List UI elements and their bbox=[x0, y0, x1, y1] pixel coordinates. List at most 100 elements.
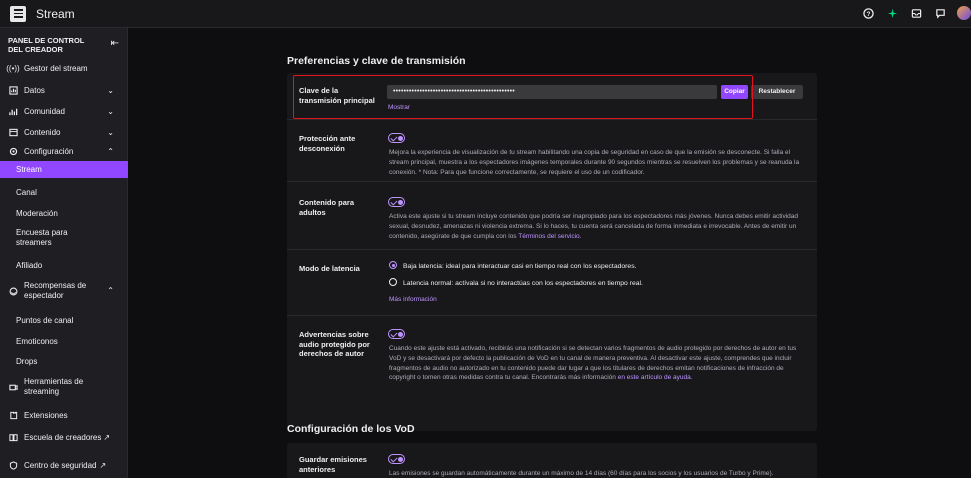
sidebar-item-moderacion[interactable]: Moderación bbox=[0, 206, 128, 220]
menu-icon[interactable] bbox=[10, 5, 26, 22]
save-past-label: Guardar emisiones anteriores bbox=[299, 455, 367, 474]
disconnect-label: Protección ante desconexión bbox=[299, 134, 356, 153]
sidebar-item-puntos[interactable]: Puntos de canal bbox=[0, 313, 128, 327]
latency-row: Modo de latencia Baja latencia: ideal pa… bbox=[287, 249, 817, 315]
page-title: Stream bbox=[36, 6, 75, 21]
adult-toggle[interactable] bbox=[388, 197, 405, 207]
school-icon bbox=[8, 432, 18, 442]
sidebar-title: PANEL DE CONTROL DEL CREADOR bbox=[8, 36, 85, 54]
help-article-link[interactable]: en este artículo de ayuda. bbox=[618, 374, 693, 381]
preferences-panel: Clave de la transmisión principal ••••••… bbox=[287, 73, 817, 431]
chevron-down-icon: ⌄ bbox=[107, 106, 114, 116]
chevron-down-icon: ⌄ bbox=[107, 85, 114, 95]
sidebar-item-label: Emoticonos bbox=[16, 336, 58, 346]
sidebar-item-label: Comunidad bbox=[24, 106, 65, 116]
sidebar-item-recompensas[interactable]: Recompensas de espectador ⌃ bbox=[0, 279, 128, 303]
sidebar-item-label: Escuela de creadores bbox=[24, 432, 102, 442]
external-link-icon: ↗ bbox=[99, 460, 107, 470]
sidebar-item-herramientas[interactable]: Herramientas de streaming bbox=[0, 375, 128, 399]
sidebar-item-label: Moderación bbox=[16, 208, 58, 218]
rewards-icon bbox=[8, 286, 18, 296]
sidebar-item-stream-manager[interactable]: ((•)) Gestor del stream bbox=[0, 61, 128, 75]
section-title-vod: Configuración de los VoD bbox=[287, 423, 415, 435]
copyright-row: Advertencias sobre audio protegido por d… bbox=[287, 315, 817, 431]
reset-button[interactable]: Restablecer bbox=[751, 85, 803, 99]
chevron-up-icon: ⌃ bbox=[107, 286, 114, 295]
radio-unselected[interactable] bbox=[389, 278, 397, 287]
sidebar-item-label: Puntos de canal bbox=[16, 315, 74, 325]
collapse-icon[interactable]: ⇤ bbox=[111, 38, 119, 49]
external-link-icon: ↗ bbox=[103, 432, 111, 442]
save-past-toggle[interactable] bbox=[388, 454, 405, 464]
sidebar-item-comunidad[interactable]: Comunidad ⌄ bbox=[0, 104, 128, 118]
stream-manager-icon: ((•)) bbox=[6, 63, 20, 73]
chevron-up-icon: ⌃ bbox=[107, 146, 114, 156]
inbox-icon[interactable] bbox=[909, 6, 923, 20]
sidebar-item-label: Datos bbox=[24, 85, 45, 95]
latency-more-info-link[interactable]: Más información bbox=[389, 295, 807, 305]
latency-normal-option[interactable]: Latencia normal: actívala si no interact… bbox=[389, 278, 807, 289]
latency-low-option[interactable]: Baja latencia: ideal para interactuar ca… bbox=[389, 261, 807, 272]
sidebar-item-label: Extensiones bbox=[24, 410, 68, 420]
latency-label: Modo de latencia bbox=[299, 264, 360, 273]
copyright-toggle[interactable] bbox=[388, 329, 405, 339]
sidebar-item-canal[interactable]: Canal bbox=[0, 185, 128, 199]
disconnect-description: Mejora la experiencia de visualización d… bbox=[389, 149, 800, 176]
sidebar-item-datos[interactable]: Datos ⌄ bbox=[0, 83, 128, 97]
shield-icon bbox=[8, 460, 18, 470]
sidebar-item-label: Contenido bbox=[24, 127, 61, 137]
sparkle-icon[interactable] bbox=[885, 6, 899, 20]
chevron-down-icon: ⌄ bbox=[107, 127, 114, 137]
sidebar-item-label: Canal bbox=[16, 187, 37, 197]
sidebar-item-label: Centro de seguridad bbox=[24, 460, 97, 470]
vod-panel: Guardar emisiones anteriores Las emision… bbox=[287, 443, 817, 478]
disconnect-row: Protección ante desconexión Mejora la ex… bbox=[287, 119, 817, 181]
top-bar: Stream ? bbox=[0, 0, 971, 28]
data-icon bbox=[8, 85, 18, 95]
sidebar-item-stream[interactable]: Stream bbox=[0, 161, 128, 178]
whispers-icon[interactable] bbox=[933, 6, 947, 20]
sidebar-item-seguridad[interactable]: Centro de seguridad ↗ bbox=[0, 458, 128, 472]
sidebar: PANEL DE CONTROL DEL CREADOR ⇤ ((•)) Ges… bbox=[0, 28, 128, 478]
gear-icon bbox=[8, 146, 18, 156]
adult-text: Activa este ajuste si tu stream incluye … bbox=[389, 213, 799, 240]
avatar[interactable] bbox=[957, 6, 971, 20]
help-icon[interactable]: ? bbox=[861, 6, 875, 20]
sidebar-item-label: Afiliado bbox=[16, 260, 43, 270]
sidebar-item-afiliado[interactable]: Afiliado bbox=[0, 258, 128, 272]
tools-icon bbox=[8, 382, 18, 392]
copyright-description: Cuando este ajuste está activado, recibi… bbox=[389, 344, 807, 383]
content-icon bbox=[8, 127, 18, 137]
sidebar-item-extensiones[interactable]: Extensiones bbox=[0, 408, 128, 422]
copyright-label: Advertencias sobre audio protegido por d… bbox=[299, 330, 370, 358]
copyright-text: Cuando este ajuste está activado, recibi… bbox=[389, 345, 797, 382]
highlight-box bbox=[293, 75, 753, 119]
sidebar-item-label: Herramientas de streaming bbox=[24, 377, 84, 396]
svg-text:?: ? bbox=[866, 10, 870, 17]
extensions-icon bbox=[8, 410, 18, 420]
adult-description: Activa este ajuste si tu stream incluye … bbox=[389, 212, 807, 241]
sidebar-item-label: Stream bbox=[16, 165, 42, 174]
adult-label: Contenido para adultos bbox=[299, 198, 355, 217]
sidebar-item-label: Recompensas de espectador bbox=[24, 281, 87, 300]
sidebar-item-configuracion[interactable]: Configuración ⌃ bbox=[0, 144, 128, 158]
top-icons: ? bbox=[861, 6, 971, 20]
disconnect-toggle[interactable] bbox=[388, 133, 405, 143]
sidebar-item-escuela[interactable]: Escuela de creadores ↗ bbox=[0, 429, 128, 445]
sidebar-item-emoticonos[interactable]: Emoticonos bbox=[0, 334, 128, 348]
sidebar-item-label: Configuración bbox=[24, 146, 74, 156]
sidebar-item-drops[interactable]: Drops bbox=[0, 354, 128, 368]
save-past-description: Las emisiones se guardan automáticamente… bbox=[389, 470, 774, 477]
latency-normal-label: Latencia normal: actívala si no interact… bbox=[403, 280, 643, 287]
sidebar-item-label: Gestor del stream bbox=[24, 63, 88, 73]
sidebar-header: PANEL DE CONTROL DEL CREADOR ⇤ bbox=[0, 28, 127, 56]
radio-selected[interactable] bbox=[389, 261, 397, 270]
save-past-row: Guardar emisiones anteriores Las emision… bbox=[287, 443, 817, 478]
community-icon bbox=[8, 106, 18, 116]
section-title-preferences: Preferencias y clave de transmisión bbox=[287, 55, 466, 67]
sidebar-item-label: Encuesta para streamers bbox=[16, 228, 68, 247]
latency-low-label: Baja latencia: ideal para interactuar ca… bbox=[403, 263, 637, 270]
terms-link[interactable]: Términos del servicio. bbox=[518, 233, 581, 240]
sidebar-item-contenido[interactable]: Contenido ⌄ bbox=[0, 125, 128, 139]
sidebar-item-encuesta[interactable]: Encuesta para streamers bbox=[0, 226, 110, 250]
